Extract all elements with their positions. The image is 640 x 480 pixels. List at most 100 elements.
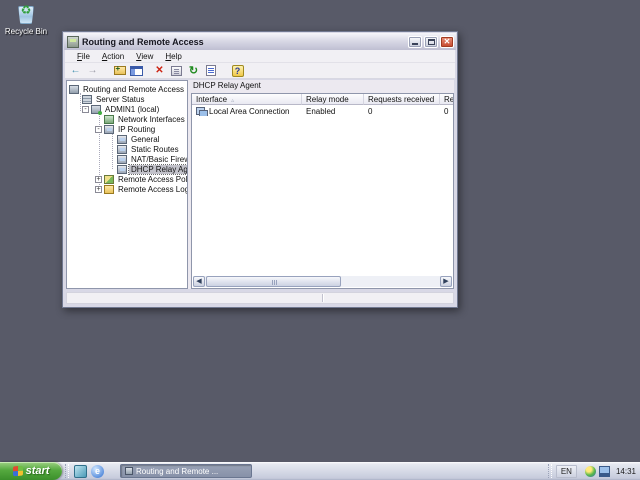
scroll-right-icon[interactable]: ▶ (440, 276, 452, 287)
tree-item-label: Remote Access Logging (118, 184, 188, 194)
lan-connection-icon (196, 106, 208, 116)
windows-flag-icon (12, 465, 23, 477)
menu-bar: File Action View Help (65, 50, 455, 63)
help-icon[interactable]: ? (230, 64, 245, 77)
collapse-icon[interactable]: - (82, 105, 89, 113)
title-bar[interactable]: Routing and Remote Access ✕ (64, 33, 456, 50)
network-interfaces-icon (104, 114, 114, 124)
maximize-button[interactable] (424, 35, 438, 48)
tree-item-remote-access-logging[interactable]: + Remote Access Logging (67, 184, 187, 194)
tree-item-label: NAT/Basic Firewall (131, 154, 187, 164)
tree-item-label: Routing and Remote Access (83, 84, 184, 94)
scroll-left-icon[interactable]: ◀ (193, 276, 205, 287)
tree-item-label: ADMIN1 (local) (105, 104, 160, 114)
folder-icon (104, 184, 114, 194)
column-replies-received[interactable]: Replies received (440, 94, 453, 105)
sort-icon: ▵ (231, 98, 235, 104)
back-icon[interactable]: ← (68, 64, 83, 77)
task-button-icon (125, 467, 133, 475)
requests-received-value: 0 (368, 106, 373, 116)
start-label: start (25, 465, 50, 477)
expand-icon[interactable]: + (95, 175, 102, 183)
quick-launch-handle[interactable] (65, 464, 69, 478)
tree-item-network-interfaces[interactable]: Network Interfaces (67, 114, 187, 124)
tray-network-icon[interactable] (598, 465, 610, 477)
tree-item-server-status[interactable]: Server Status (67, 94, 187, 104)
start-button[interactable]: start (0, 462, 62, 480)
show-desktop-icon[interactable] (74, 464, 87, 478)
menu-action[interactable]: Action (96, 52, 130, 61)
router-icon (117, 164, 127, 174)
window-title: Routing and Remote Access (82, 36, 204, 47)
tree-item-static-routes[interactable]: Static Routes (67, 144, 187, 154)
table-row[interactable]: Local Area Connection Enabled 0 0 (192, 105, 453, 117)
export-list-icon[interactable] (203, 64, 218, 77)
tree-item-dhcp-relay-agent[interactable]: DHCP Relay Agent (67, 163, 187, 175)
router-icon (117, 144, 127, 154)
interface-name: Local Area Connection (209, 106, 290, 116)
rras-window: Routing and Remote Access ✕ File Action … (62, 31, 458, 308)
tree-item-label: Static Routes (131, 144, 179, 154)
forward-icon[interactable]: → (85, 64, 100, 77)
internet-explorer-icon[interactable]: e (91, 464, 104, 478)
expand-icon[interactable]: + (95, 185, 102, 193)
tree-item-label: IP Routing (118, 124, 156, 134)
replies-received-value: 0 (444, 106, 449, 116)
column-headers: Interface ▵ Relay mode Requests received … (192, 94, 453, 105)
tree-item-label: General (131, 134, 160, 144)
tree-item-label: Network Interfaces (118, 114, 185, 124)
task-button-rras[interactable]: Routing and Remote ... (120, 464, 252, 478)
menu-view[interactable]: View (130, 52, 159, 61)
tree-item-label: Remote Access Policies (118, 174, 188, 184)
recycle-bin-shortcut[interactable]: ♻ Recycle Bin (4, 2, 48, 36)
recycle-bin-label: Recycle Bin (4, 27, 48, 36)
horizontal-scrollbar[interactable]: ◀ ▶ (193, 276, 452, 287)
menu-file[interactable]: File (71, 52, 96, 61)
refresh-icon[interactable]: ↻ (186, 64, 201, 77)
list-view: Interface ▵ Relay mode Requests received … (191, 93, 454, 289)
tree-item-ip-routing[interactable]: - IP Routing (67, 124, 187, 134)
show-hide-console-tree-icon[interactable] (129, 64, 144, 77)
collapse-icon[interactable]: - (95, 125, 102, 133)
up-one-level-icon[interactable] (112, 64, 127, 77)
router-icon (117, 134, 127, 144)
status-bar (66, 292, 454, 304)
system-tray: EN 14:31 (547, 462, 640, 480)
window-icon (67, 35, 79, 48)
tray-handle[interactable] (547, 464, 552, 478)
minimize-button[interactable] (408, 35, 422, 48)
tree-item-general[interactable]: General (67, 134, 187, 144)
relay-mode-value: Enabled (306, 106, 336, 116)
language-indicator[interactable]: EN (555, 464, 577, 478)
delete-icon[interactable]: ✕ (152, 64, 167, 77)
column-relay-mode[interactable]: Relay mode (302, 94, 364, 105)
properties-icon[interactable] (169, 64, 184, 77)
toolbar: ← → ✕ ↻ ? (65, 63, 455, 79)
taskbar-clock: 14:31 (615, 466, 636, 476)
close-button[interactable]: ✕ (440, 35, 454, 48)
taskbar: start e Routing and Remote ... EN 14:31 (0, 462, 640, 480)
router-icon (117, 154, 127, 164)
column-requests-received[interactable]: Requests received (364, 94, 440, 105)
menu-help[interactable]: Help (159, 52, 187, 61)
tree-item-remote-access-policies[interactable]: + Remote Access Policies (67, 174, 187, 184)
tree-item-label-selected: DHCP Relay Agent (128, 163, 187, 175)
server-status-icon (82, 94, 92, 104)
result-pane-title: DHCP Relay Agent (193, 81, 261, 90)
console-root-icon (69, 84, 79, 94)
result-pane: DHCP Relay Agent Interface ▵ Relay mode R… (191, 80, 454, 289)
desktop: ♻ Recycle Bin Routing and Remote Access … (0, 0, 640, 480)
console-tree: Routing and Remote Access Server Status … (66, 80, 188, 289)
recycle-bin-icon: ♻ (15, 2, 37, 26)
tree-item-admin1-local[interactable]: - ADMIN1 (local) (67, 104, 187, 115)
column-interface[interactable]: Interface ▵ (192, 94, 302, 105)
tray-globe-icon[interactable] (584, 465, 596, 477)
scrollbar-thumb[interactable] (206, 276, 341, 287)
tree-item-label: Server Status (96, 94, 145, 104)
tree-item-routing-and-remote-access[interactable]: Routing and Remote Access (67, 84, 187, 94)
task-button-label: Routing and Remote ... (136, 466, 219, 476)
tree-item-nat-basic-firewall[interactable]: NAT/Basic Firewall (67, 154, 187, 164)
server-icon (91, 104, 102, 115)
router-icon (104, 124, 114, 134)
policies-icon (104, 174, 114, 184)
